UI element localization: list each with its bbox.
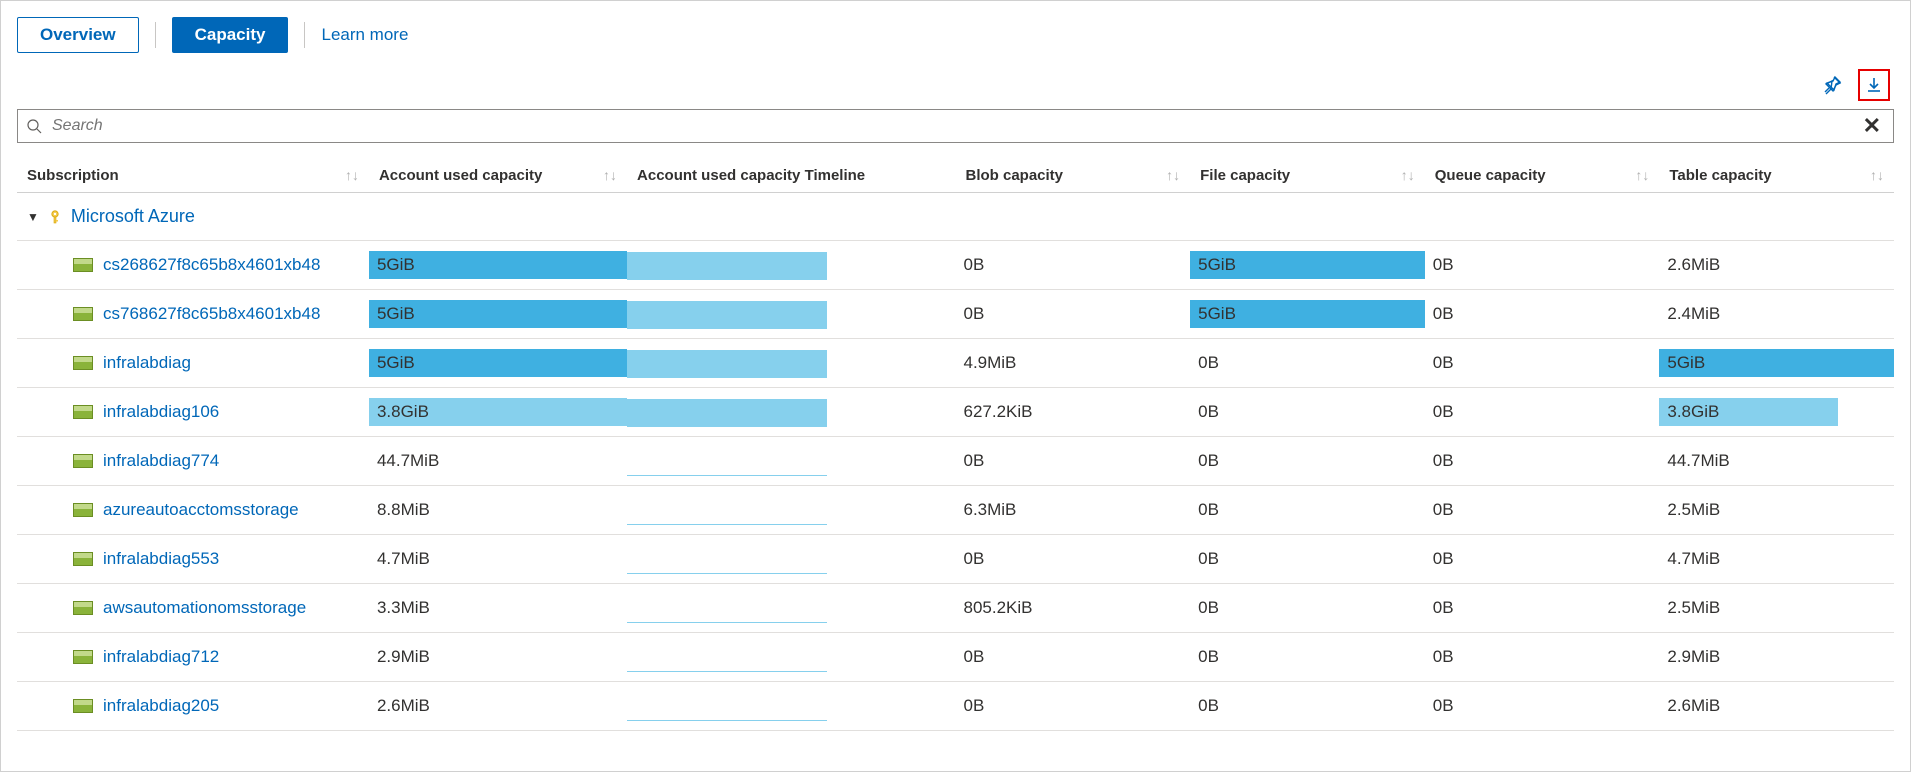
storage-icon [73, 601, 93, 615]
storage-icon [73, 258, 93, 272]
table-row: cs768627f8c65b8x4601xb485GiB0B5GiB0B2.4M… [17, 290, 1894, 339]
storage-icon [73, 503, 93, 517]
sort-icon: ↑↓ [1166, 167, 1180, 183]
pin-icon [1822, 75, 1842, 95]
separator [155, 22, 156, 48]
storage-icon [73, 699, 93, 713]
storage-icon [73, 307, 93, 321]
table-row: azureautoacctomsstorage8.8MiB6.3MiB0B0B2… [17, 486, 1894, 535]
download-icon [1865, 76, 1883, 94]
account-link[interactable]: infralabdiag106 [103, 402, 219, 422]
key-icon [47, 209, 63, 225]
col-account-used[interactable]: Account used capacity↑↓ [369, 159, 627, 193]
expand-icon[interactable]: ▼ [27, 210, 39, 224]
sort-icon: ↑↓ [345, 167, 359, 183]
account-link[interactable]: infralabdiag [103, 353, 191, 373]
table-row: awsautomationomsstorage3.3MiB805.2KiB0B0… [17, 584, 1894, 633]
account-link[interactable]: infralabdiag553 [103, 549, 219, 569]
clear-search-icon[interactable]: ✕ [1859, 113, 1885, 139]
pin-button[interactable] [1816, 69, 1848, 101]
separator [304, 22, 305, 48]
sort-icon: ↑↓ [603, 167, 617, 183]
col-subscription[interactable]: Subscription↑↓ [17, 159, 369, 193]
sort-icon: ↑↓ [1401, 167, 1415, 183]
table-header-row: Subscription↑↓ Account used capacity↑↓ A… [17, 159, 1894, 193]
account-link[interactable]: infralabdiag774 [103, 451, 219, 471]
tab-capacity[interactable]: Capacity [172, 17, 289, 53]
storage-icon [73, 650, 93, 664]
col-queue[interactable]: Queue capacity↑↓ [1425, 159, 1660, 193]
table-row: infralabdiag5534.7MiB0B0B0B4.7MiB [17, 535, 1894, 584]
account-link[interactable]: infralabdiag712 [103, 647, 219, 667]
storage-icon [73, 405, 93, 419]
table-row: infralabdiag7122.9MiB0B0B0B2.9MiB [17, 633, 1894, 682]
group-row[interactable]: ▼ Microsoft Azure [17, 193, 1894, 241]
sort-icon: ↑↓ [1870, 167, 1884, 183]
table-row: cs268627f8c65b8x4601xb485GiB0B5GiB0B2.6M… [17, 241, 1894, 290]
search-input[interactable] [50, 116, 1859, 136]
table-row: infralabdiag5GiB4.9MiB0B0B5GiB [17, 339, 1894, 388]
download-button[interactable] [1858, 69, 1890, 101]
subscription-link[interactable]: Microsoft Azure [71, 206, 195, 227]
col-timeline[interactable]: Account used capacity Timeline [627, 159, 955, 193]
account-link[interactable]: azureautoacctomsstorage [103, 500, 299, 520]
tab-toolbar: Overview Capacity Learn more [17, 17, 1894, 53]
search-icon [26, 118, 42, 134]
learn-more-link[interactable]: Learn more [321, 25, 408, 45]
col-table[interactable]: Table capacity↑↓ [1659, 159, 1894, 193]
top-actions [17, 69, 1894, 101]
storage-icon [73, 356, 93, 370]
account-link[interactable]: awsautomationomsstorage [103, 598, 306, 618]
capacity-table: Subscription↑↓ Account used capacity↑↓ A… [17, 159, 1894, 731]
account-link[interactable]: infralabdiag205 [103, 696, 219, 716]
table-row: infralabdiag1063.8GiB627.2KiB0B0B3.8GiB [17, 388, 1894, 437]
storage-icon [73, 454, 93, 468]
sort-icon: ↑↓ [1635, 167, 1649, 183]
search-box[interactable]: ✕ [17, 109, 1894, 143]
table-row: infralabdiag77444.7MiB0B0B0B44.7MiB [17, 437, 1894, 486]
table-row: infralabdiag2052.6MiB0B0B0B2.6MiB [17, 682, 1894, 731]
storage-icon [73, 552, 93, 566]
col-file[interactable]: File capacity↑↓ [1190, 159, 1425, 193]
col-blob[interactable]: Blob capacity↑↓ [955, 159, 1190, 193]
tab-overview[interactable]: Overview [17, 17, 139, 53]
account-link[interactable]: cs768627f8c65b8x4601xb48 [103, 304, 320, 324]
account-link[interactable]: cs268627f8c65b8x4601xb48 [103, 255, 320, 275]
